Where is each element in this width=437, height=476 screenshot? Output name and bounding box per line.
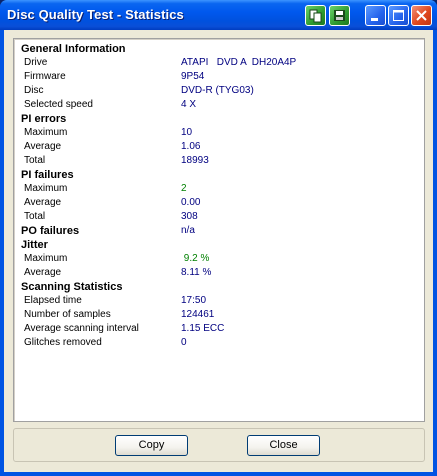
copy-icon	[309, 9, 322, 23]
stat-label: Average scanning interval	[24, 323, 139, 334]
stat-label: Total	[24, 211, 46, 222]
close-button[interactable]: Close	[247, 435, 320, 456]
section-heading: Jitter	[21, 239, 48, 251]
stat-value: 2	[181, 183, 187, 194]
section-heading: PI errors	[21, 113, 67, 125]
stat-label: Total	[24, 155, 46, 166]
close-window-button[interactable]	[411, 5, 432, 26]
title-bar[interactable]: Disc Quality Test - Statistics	[0, 0, 437, 30]
close-icon	[416, 10, 427, 21]
copy-icon-button[interactable]	[305, 5, 326, 26]
stat-label: Firmware	[24, 71, 66, 82]
section-jitter: Jitter	[14, 238, 414, 252]
stat-label: Average	[24, 197, 62, 208]
stat-row-elapsed-time: Elapsed time 17:50	[14, 294, 414, 308]
section-heading: PI failures	[21, 169, 74, 181]
stat-row-drive: Drive ATAPI DVD A DH20A4P	[14, 56, 414, 70]
stat-value: DVD-R (TYG03)	[181, 85, 254, 96]
stat-value: ATAPI DVD A DH20A4P	[181, 57, 297, 68]
maximize-icon	[393, 10, 404, 21]
stat-row-pi-errors-total: Total 18993	[14, 154, 414, 168]
stat-label: Glitches removed	[24, 337, 102, 348]
section-pi-failures: PI failures	[14, 168, 414, 182]
window-title: Disc Quality Test - Statistics	[7, 7, 184, 22]
stat-row-pi-failures-average: Average 0.00	[14, 196, 414, 210]
statistics-window: Disc Quality Test - Statistics General I…	[0, 0, 437, 476]
section-general-information: General Information	[14, 42, 414, 56]
copy-button[interactable]: Copy	[115, 435, 188, 456]
stat-value: 4 X	[181, 99, 197, 110]
section-scanning-statistics: Scanning Statistics	[14, 280, 414, 294]
stat-value: 18993	[181, 155, 209, 166]
minimize-button[interactable]	[365, 5, 386, 26]
stat-value: n/a	[181, 225, 195, 236]
stat-label: Elapsed time	[24, 295, 82, 306]
stat-label: Selected speed	[24, 99, 93, 110]
stat-row-pi-errors-maximum: Maximum 10	[14, 126, 414, 140]
section-heading: Scanning Statistics	[21, 281, 123, 293]
stat-value: 8.11 %	[181, 267, 212, 278]
section-pi-errors: PI errors	[14, 112, 414, 126]
stat-value: 0.00	[181, 197, 201, 208]
stat-value: 9.2 %	[181, 253, 210, 264]
stat-row-glitches-removed: Glitches removed 0	[14, 336, 414, 350]
stat-row-average-scanning-interval: Average scanning interval 1.15 ECC	[14, 322, 414, 336]
dialog-client-area: General Information Drive ATAPI DVD A DH…	[4, 30, 433, 472]
stat-value: 0	[181, 337, 187, 348]
statistics-panel: General Information Drive ATAPI DVD A DH…	[13, 38, 425, 422]
stat-label: Maximum	[24, 253, 68, 264]
stat-value: 9P54	[181, 71, 205, 82]
stat-value: 124461	[181, 309, 215, 320]
stat-row-number-of-samples: Number of samples 124461	[14, 308, 414, 322]
stat-label: Drive	[24, 57, 48, 68]
stat-label: Disc	[24, 85, 44, 96]
stat-row-firmware: Firmware 9P54	[14, 70, 414, 84]
stat-value: 17:50	[181, 295, 207, 306]
stat-label: Maximum	[24, 127, 68, 138]
stat-value: 1.15 ECC	[181, 323, 225, 334]
stat-value: 10	[181, 127, 193, 138]
stat-row-selected-speed: Selected speed 4 X	[14, 98, 414, 112]
stat-value: 308	[181, 211, 198, 222]
stat-row-disc: Disc DVD-R (TYG03)	[14, 84, 414, 98]
stat-row-pi-failures-total: Total 308	[14, 210, 414, 224]
section-po-failures: PO failures n/a	[14, 224, 414, 238]
stat-row-jitter-average: Average 8.11 %	[14, 266, 414, 280]
stat-label: Average	[24, 141, 62, 152]
stat-label: Maximum	[24, 183, 68, 194]
stat-label: Number of samples	[24, 309, 111, 320]
minimize-icon	[371, 18, 378, 21]
save-icon	[334, 10, 345, 21]
stat-label: Average	[24, 267, 62, 278]
save-icon-button[interactable]	[329, 5, 350, 26]
button-bar: Copy Close	[13, 428, 425, 462]
stat-row-pi-failures-maximum: Maximum 2	[14, 182, 414, 196]
section-heading: PO failures	[21, 225, 80, 237]
stat-row-pi-errors-average: Average 1.06	[14, 140, 414, 154]
stat-value: 1.06	[181, 141, 201, 152]
maximize-button[interactable]	[388, 5, 409, 26]
stat-row-jitter-maximum: Maximum 9.2 %	[14, 252, 414, 266]
section-heading: General Information	[21, 43, 126, 55]
